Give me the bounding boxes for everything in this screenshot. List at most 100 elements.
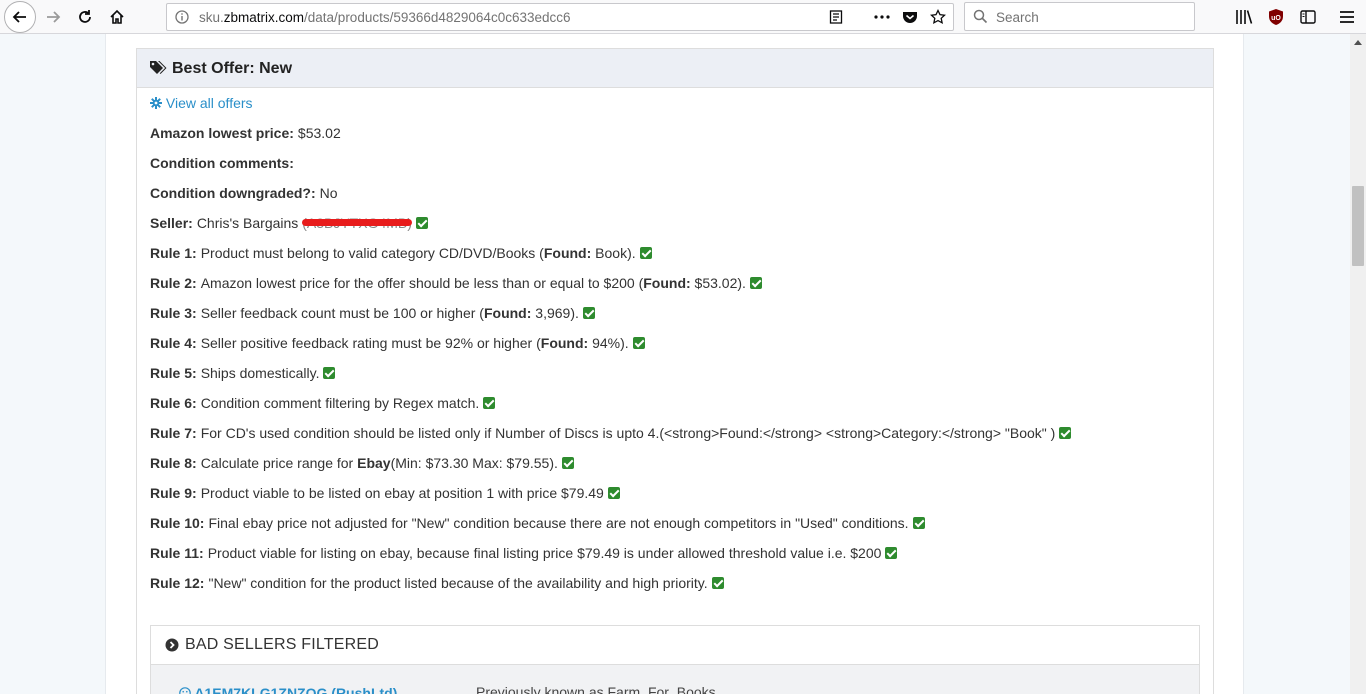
check-icon bbox=[561, 457, 574, 469]
hamburger-menu-icon[interactable] bbox=[1337, 7, 1357, 27]
rule-label: Rule 4: bbox=[150, 335, 197, 351]
check-icon bbox=[632, 337, 645, 349]
rule-found-value: (Min: $73.30 Max: $79.55). bbox=[390, 455, 558, 471]
seller-row: Seller: Chris's Bargains (A3BJYTXG4MB) bbox=[150, 214, 1071, 244]
rule-found-label: Found: bbox=[540, 335, 589, 351]
view-all-offers-link[interactable]: View all offers bbox=[150, 94, 253, 112]
rule-found-value: $53.02). bbox=[690, 275, 746, 291]
rule-text: For CD's used condition should be listed… bbox=[200, 425, 1056, 441]
ublock-origin-icon[interactable]: uO bbox=[1266, 7, 1286, 27]
rule-label: Rule 2: bbox=[150, 275, 197, 291]
sidebar-toggle-icon[interactable] bbox=[1298, 7, 1318, 27]
reload-button[interactable] bbox=[70, 2, 100, 32]
rule-label: Rule 10: bbox=[150, 515, 205, 531]
rule-row: Rule 5: Ships domestically. bbox=[150, 364, 1071, 394]
scrollbar-thumb[interactable] bbox=[1352, 186, 1364, 266]
rule-row: Rule 4: Seller positive feedback rating m… bbox=[150, 334, 1071, 364]
check-icon bbox=[1059, 427, 1072, 439]
rule-found-label: Found: bbox=[483, 305, 532, 321]
rule-label: Rule 5: bbox=[150, 365, 197, 381]
home-icon bbox=[110, 9, 124, 24]
rule-label: Rule 3: bbox=[150, 305, 197, 321]
page-viewport: Best Offer: New View all offers Amazon l… bbox=[0, 34, 1350, 694]
bad-sellers-title: BAD SELLERS FILTERED bbox=[185, 636, 379, 653]
check-icon bbox=[885, 547, 898, 559]
rule-text: Seller positive feedback rating must be … bbox=[200, 335, 541, 351]
check-icon bbox=[323, 367, 336, 379]
rule-found-value: 3,969). bbox=[531, 305, 579, 321]
bad-sellers-panel: BAD SELLERS FILTERED A1EM7KLG1ZNZOG (Rus… bbox=[150, 625, 1200, 694]
url-bar[interactable]: sku.zbmatrix.com/data/products/59366d482… bbox=[166, 3, 954, 31]
rule-row: Rule 8: Calculate price range for Ebay (Mi… bbox=[150, 454, 1071, 484]
best-offer-panel: Best Offer: New View all offers Amazon l… bbox=[136, 48, 1214, 694]
bad-sellers-header[interactable]: BAD SELLERS FILTERED bbox=[151, 626, 1199, 665]
check-icon bbox=[415, 217, 428, 229]
rule-found-value: Book). bbox=[591, 245, 636, 261]
amazon-lowest-row: Amazon lowest price: $53.02 bbox=[150, 125, 341, 141]
check-icon bbox=[483, 397, 496, 409]
rule-text: Amazon lowest price for the offer should… bbox=[200, 275, 644, 291]
library-icon[interactable] bbox=[1234, 7, 1254, 27]
site-info-icon[interactable] bbox=[175, 10, 189, 29]
tags-icon bbox=[149, 60, 167, 81]
rule-text: Product viable for listing on ebay, beca… bbox=[207, 545, 882, 561]
chevron-circle-right-icon[interactable] bbox=[165, 638, 179, 657]
rule-label: Rule 9: bbox=[150, 485, 197, 501]
rule-row: Rule 6: Condition comment filtering by Re… bbox=[150, 394, 1071, 424]
forward-button[interactable] bbox=[38, 2, 68, 32]
search-icon bbox=[973, 9, 988, 29]
seller-name: Chris's Bargains bbox=[196, 215, 299, 231]
rule-row: Rule 1: Product must belong to valid cate… bbox=[150, 244, 1071, 274]
rule-label: Rule 11: bbox=[150, 545, 204, 561]
rule-text: Seller feedback count must be 100 or hig… bbox=[200, 305, 484, 321]
check-icon bbox=[582, 307, 595, 319]
page-scrollbar[interactable] bbox=[1350, 34, 1366, 694]
rule-found-label: Found: bbox=[543, 245, 592, 261]
browser-toolbar: sku.zbmatrix.com/data/products/59366d482… bbox=[0, 0, 1366, 34]
condition-downgraded-row: Condition downgraded?: No bbox=[150, 185, 338, 201]
rule-found-label: Found: bbox=[643, 275, 691, 291]
cog-icon bbox=[150, 97, 162, 109]
rule-label: Rule 8: bbox=[150, 455, 197, 471]
bookmark-star-icon[interactable] bbox=[929, 8, 947, 26]
reader-view-icon[interactable] bbox=[827, 8, 845, 26]
offer-details: View all offers Amazon lowest price: $53… bbox=[150, 94, 1072, 604]
seller-id-redacted: (A3BJYTXG4MB) bbox=[302, 215, 412, 231]
frown-icon bbox=[179, 687, 191, 694]
back-arrow-icon bbox=[12, 11, 26, 23]
scroll-up-arrow-icon[interactable] bbox=[1354, 40, 1362, 45]
home-button[interactable] bbox=[102, 2, 132, 32]
rule-text: Product viable to be listed on ebay at p… bbox=[200, 485, 604, 501]
page-actions-icon[interactable] bbox=[873, 8, 891, 26]
condition-comments-row: Condition comments: bbox=[150, 155, 294, 171]
pocket-icon[interactable] bbox=[901, 8, 919, 26]
rule-found-value: 94%). bbox=[588, 335, 629, 351]
best-offer-title: Best Offer: New bbox=[172, 60, 293, 77]
rule-text: Ships domestically. bbox=[200, 365, 320, 381]
view-all-offers-row: View all offers bbox=[150, 94, 1071, 124]
rule-text: "New" condition for the product listed b… bbox=[208, 575, 708, 591]
rule-text: Product must belong to valid category CD… bbox=[200, 245, 544, 261]
rule-row: Rule 9: Product viable to be listed on eb… bbox=[150, 484, 1071, 514]
rule-label: Rule 1: bbox=[150, 245, 197, 261]
rule-label: Rule 12: bbox=[150, 575, 205, 591]
check-icon bbox=[749, 277, 762, 289]
rule-found-label: Ebay bbox=[357, 455, 391, 471]
rule-label: Rule 7: bbox=[150, 425, 197, 441]
check-icon bbox=[912, 517, 925, 529]
content-column: Best Offer: New View all offers Amazon l… bbox=[105, 34, 1244, 694]
rule-text: Final ebay price not adjusted for "New" … bbox=[208, 515, 909, 531]
url-text: sku.zbmatrix.com/data/products/59366d482… bbox=[199, 10, 571, 25]
bad-sellers-body: A1EM7KLG1ZNZOG (RushLtd) Previously know… bbox=[151, 665, 1199, 694]
rule-row: Rule 12: "New" condition for the product … bbox=[150, 574, 1071, 604]
back-button[interactable] bbox=[4, 1, 36, 33]
search-bar[interactable]: Search bbox=[964, 2, 1195, 31]
rule-row: Rule 7: For CD's used condition should be… bbox=[150, 424, 1072, 454]
check-icon bbox=[711, 577, 724, 589]
rule-row: Rule 3: Seller feedback count must be 100… bbox=[150, 304, 1071, 334]
condition-downgraded-value: No bbox=[319, 185, 338, 201]
bad-seller-link[interactable]: A1EM7KLG1ZNZOG (RushLtd) bbox=[179, 685, 397, 694]
svg-text:uO: uO bbox=[1271, 15, 1281, 22]
search-placeholder: Search bbox=[996, 10, 1039, 25]
rule-text: Calculate price range for bbox=[200, 455, 358, 471]
